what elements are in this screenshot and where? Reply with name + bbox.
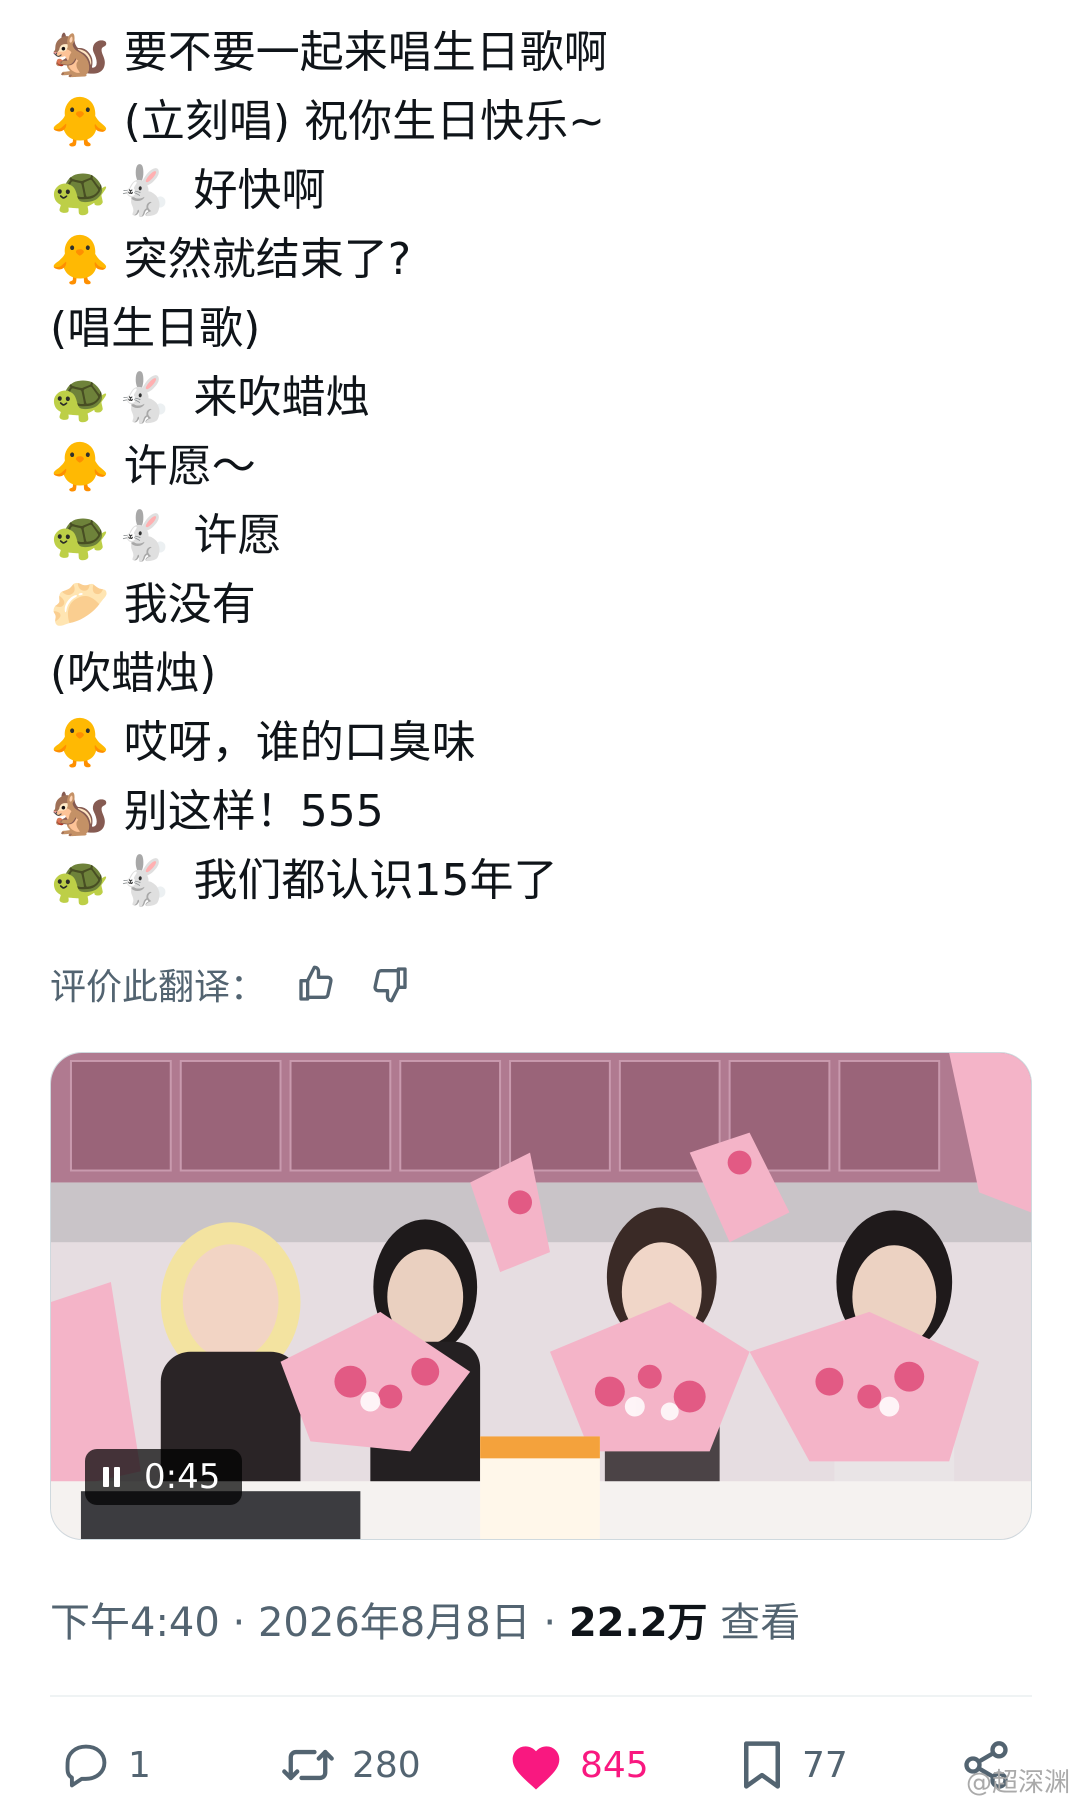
meta-separator: · [232,1600,258,1646]
video-player[interactable]: 0:45 [50,1052,1032,1540]
tweet-meta: 下午4:40 · 2026年8月8日 · 22.2万 查看 [50,1590,800,1648]
translation-line: 🐿️ 要不要一起来唱生日歌啊 [50,18,608,87]
line-text: 我们都认识15年了 [193,854,558,906]
translation-line: 🐢 🐇 我们都认识15年了 [50,846,608,915]
line-text: 好快啊 [193,164,326,216]
line-text: 我没有 [123,578,256,630]
post-time[interactable]: 下午4:40 [50,1600,220,1646]
rate-translation-label: 评价此翻译： [50,967,267,1008]
speaker-emoji-icon: 🐥 [50,438,110,495]
bookmark-button[interactable]: 77 [738,1730,848,1800]
like-count: 845 [580,1744,649,1786]
line-text: (立刻唱) 祝你生日快乐~ [123,95,605,147]
rabbit-emoji-icon: 🐇 [113,507,174,564]
post-date[interactable]: 2026年8月8日 [258,1600,531,1646]
thumbs-down-icon [373,967,407,1003]
speaker-emoji-icon: 🐥 [50,714,110,771]
line-text: 来吹蜡烛 [193,371,370,423]
views-label: 查看 [720,1600,801,1646]
action-bar: 1 280 845 77 [0,1730,1080,1800]
translation-line: 🐥 哎呀，谁的口臭味 [50,708,608,777]
line-text: 许愿 [193,509,282,561]
video-time: 0:45 [144,1457,221,1497]
reply-icon [65,1744,107,1788]
heart-icon [512,1746,560,1790]
thumbs-up-icon [299,965,333,1001]
turtle-emoji-icon: 🐢 [50,162,110,219]
turtle-emoji-icon: 🐢 [50,852,110,909]
retweet-count: 280 [352,1744,421,1786]
speaker-pair-emoji-icon: 🐢 🐇 [50,857,178,905]
speaker-emoji-icon: 🐥 [50,93,110,150]
line-text: (唱生日歌) [50,302,261,354]
line-text: 哎呀，谁的口臭味 [123,716,476,768]
rabbit-emoji-icon: 🐇 [113,369,174,426]
bookmark-icon [744,1741,780,1789]
line-text: 要不要一起来唱生日歌啊 [123,26,608,78]
speaker-emoji-icon: 🐿️ [50,24,110,81]
translation-line: 🐥 突然就结束了? [50,225,608,294]
translation-line: 🐥 (立刻唱) 祝你生日快乐~ [50,87,608,156]
translation-line: 🐢 🐇 好快啊 [50,156,608,225]
speaker-emoji-icon: 🐿️ [50,783,110,840]
translated-text: 🐿️ 要不要一起来唱生日歌啊 🐥 (立刻唱) 祝你生日快乐~ 🐢 🐇 好快啊 🐥 突然就结束了?… [50,18,608,915]
thumbs-up-button[interactable] [292,960,340,1008]
rabbit-emoji-icon: 🐇 [113,162,174,219]
retweet-icon [282,1749,334,1781]
speaker-pair-emoji-icon: 🐢 🐇 [50,374,178,422]
retweet-button[interactable]: 280 [280,1730,421,1800]
translation-line: 🐿️ 别这样！555 [50,777,608,846]
line-text: 别这样！555 [123,785,384,837]
speaker-emoji-icon: 🥟 [50,576,110,633]
translation-line: 🐥 许愿～ [50,432,608,501]
thumbs-down-button[interactable] [366,960,414,1008]
views-count: 22.2万 [568,1600,708,1646]
line-text: 突然就结束了? [123,233,412,285]
speaker-emoji-icon: 🐥 [50,231,110,288]
translation-line: (唱生日歌) [50,294,608,363]
bookmark-count: 77 [802,1744,848,1786]
line-text: 许愿～ [123,440,256,492]
turtle-emoji-icon: 🐢 [50,369,110,426]
rabbit-emoji-icon: 🐇 [113,852,174,909]
translation-line: 🥟 我没有 [50,570,608,639]
translation-line: 🐢 🐇 许愿 [50,501,608,570]
speaker-pair-emoji-icon: 🐢 🐇 [50,512,178,560]
reply-button[interactable]: 1 [60,1730,151,1800]
meta-separator: · [543,1600,569,1646]
speaker-pair-emoji-icon: 🐢 🐇 [50,167,178,215]
watermark: @超深渊 [965,1768,1070,1798]
like-button[interactable]: 845 [508,1730,649,1800]
translation-line: (吹蜡烛) [50,639,608,708]
translation-line: 🐢 🐇 来吹蜡烛 [50,363,608,432]
divider [50,1695,1032,1697]
pause-icon[interactable] [103,1467,120,1487]
rate-translation: 评价此翻译： [50,958,414,1010]
line-text: (吹蜡烛) [50,647,217,699]
turtle-emoji-icon: 🐢 [50,507,110,564]
video-controls: 0:45 [85,1449,243,1505]
reply-count: 1 [128,1744,151,1786]
